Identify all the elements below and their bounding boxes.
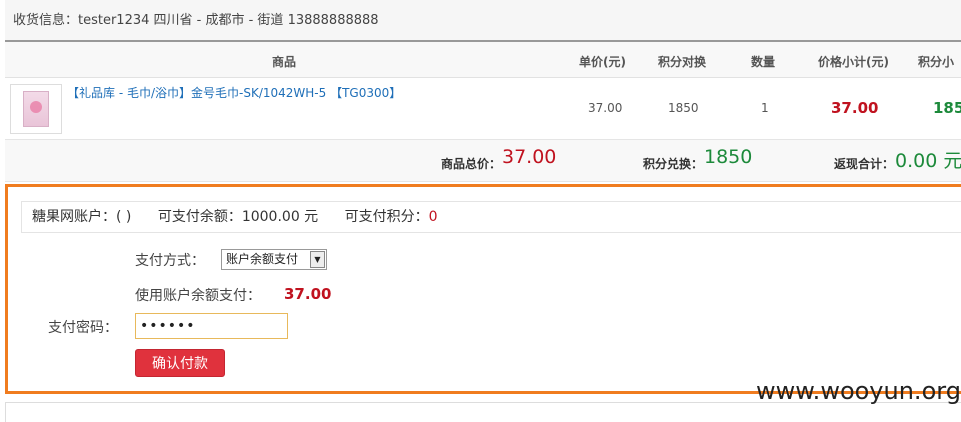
row-points: 1850 [668,101,699,115]
towel-package-image [23,91,49,127]
goods-total-value: 37.00 [502,146,557,168]
product-thumbnail[interactable] [10,84,62,134]
points-total-value: 1850 [704,146,753,168]
rebate-total-value: 0.00 元 [895,150,961,172]
header-points-subtotal: 积分小 [918,55,955,69]
header-unit-price: 单价(元) [579,55,626,69]
dropdown-arrow-icon[interactable]: ▼ [310,251,325,268]
payment-password-input[interactable]: •••••• [135,313,288,339]
row-subtotal: 37.00 [831,99,879,117]
payment-method-value: 账户余额支付 [226,252,299,266]
table-row: 【礼品库 - 毛巾/浴巾】金号毛巾-SK/1042WH-5 【TG0300】 3… [5,78,961,140]
order-table: 商品 单价(元) 积分对换 数量 价格小计(元) 积分小 【礼品库 - 毛巾/浴… [5,42,961,182]
table-header: 商品 单价(元) 积分对换 数量 价格小计(元) 积分小 [5,42,961,78]
payment-method-label: 支付方式： [135,253,205,269]
account-label: 糖果网账户：( ) [32,209,132,225]
header-subtotal: 价格小计(元) [818,55,889,69]
available-points-value: 0 [428,209,438,225]
payment-panel: 糖果网账户：( ) 可支付余额：1000.00 元 可支付积分：0 支付方式： … [5,184,961,394]
row-unit-price: 37.00 [588,101,623,115]
account-summary: 糖果网账户：( ) 可支付余额：1000.00 元 可支付积分：0 [21,201,961,233]
row-quantity: 1 [761,101,769,115]
rebate-total-label: 返现合计： [834,157,895,171]
password-label: 支付密码： [48,320,118,336]
goods-total-label: 商品总价： [441,157,502,171]
order-totals: 商品总价： 37.00 积分兑换： 1850 返现合计： 0.00 元 [5,140,961,182]
shipping-info: 收货信息：tester1234 四川省 - 成都市 - 街道 138888888… [5,0,961,42]
header-quantity: 数量 [751,55,776,69]
available-points-label: 可支付积分： [344,209,429,225]
next-section-edge [5,402,961,422]
available-balance: 可支付余额：1000.00 元 [157,209,319,225]
watermark: www.wooyun.org [756,377,961,405]
header-points-exchange: 积分对换 [658,55,707,69]
use-balance-amount: 37.00 [284,285,332,303]
product-name-link[interactable]: 【礼品库 - 毛巾/浴巾】金号毛巾-SK/1042WH-5 【TG0300】 [67,84,401,101]
use-balance-label: 使用账户余额支付： [135,288,261,304]
payment-method-select[interactable]: 账户余额支付 ▼ [221,249,327,270]
available-points: 可支付积分：0 [345,209,438,225]
confirm-payment-button[interactable]: 确认付款 [135,349,225,377]
header-product: 商品 [272,55,297,69]
row-points-subtotal: 185 [933,99,961,117]
points-total-label: 积分兑换： [643,157,704,171]
